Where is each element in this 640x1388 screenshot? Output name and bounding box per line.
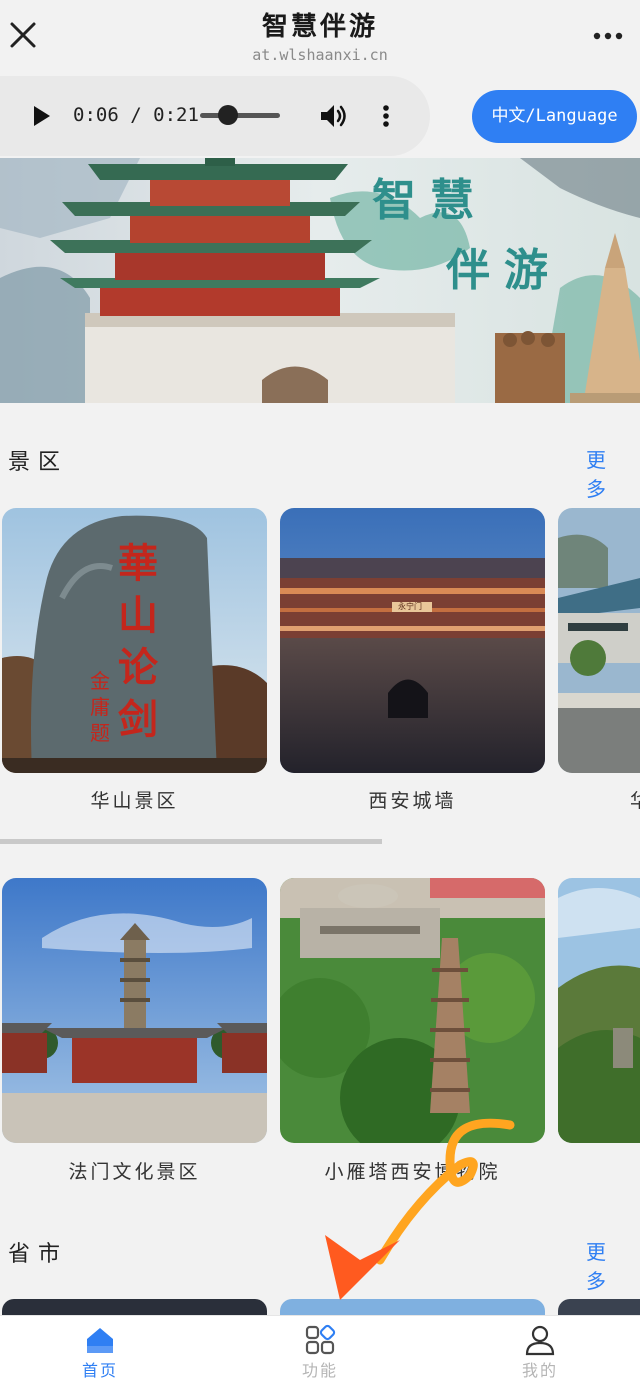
province-section-title: 省市 bbox=[8, 1242, 69, 1267]
page-url: at.wlshaanxi.cn bbox=[252, 46, 388, 64]
more-vertical-icon bbox=[383, 105, 389, 127]
scenic-card-huashan[interactable]: 華山论剑 金庸题 bbox=[2, 508, 267, 773]
volume-icon bbox=[321, 105, 346, 127]
user-icon bbox=[525, 1325, 555, 1356]
tab-profile-label: 我的 bbox=[521, 1361, 558, 1380]
hill-landscape-image bbox=[558, 878, 640, 1143]
city-wall-sign: 永宁门 bbox=[398, 602, 422, 611]
audio-time: 0:06 / 0:21 bbox=[73, 104, 199, 126]
banner-title-line1: 智慧 bbox=[372, 175, 488, 226]
province-card-1[interactable] bbox=[2, 1299, 267, 1315]
famen-temple-image bbox=[2, 878, 267, 1143]
rock-inscription: 華山论剑 bbox=[118, 540, 158, 743]
audio-menu-button[interactable] bbox=[376, 100, 396, 132]
play-button[interactable] bbox=[26, 100, 56, 132]
scenic-more-link[interactable]: 更多 bbox=[586, 444, 640, 502]
current-time: 0:06 bbox=[73, 104, 119, 126]
scenic-card-label-partial: 华 bbox=[630, 790, 640, 812]
tab-home[interactable]: 首页 bbox=[40, 1316, 160, 1388]
city-wall-image bbox=[280, 508, 545, 773]
scenic-card-label: 华山景区 bbox=[90, 790, 179, 812]
province-more-link[interactable]: 更多 bbox=[586, 1236, 640, 1294]
tab-home-label: 首页 bbox=[81, 1361, 118, 1380]
more-options-button[interactable] bbox=[590, 26, 626, 46]
tab-functions[interactable]: 功能 bbox=[260, 1316, 380, 1388]
duration: 0:21 bbox=[153, 104, 199, 126]
top-bar: 智慧伴游 at.wlshaanxi.cn bbox=[0, 0, 640, 72]
language-button[interactable]: 中文/Language bbox=[472, 90, 637, 143]
scenic-card-label: 小雁塔西安博物院 bbox=[324, 1161, 501, 1183]
seek-track[interactable] bbox=[200, 113, 280, 118]
province-card-3[interactable] bbox=[558, 1299, 640, 1315]
time-separator: / bbox=[130, 104, 142, 126]
scenic-card-famen[interactable] bbox=[2, 878, 267, 1143]
scenic-card-partial-2[interactable] bbox=[558, 878, 640, 1143]
page-title: 智慧伴游 bbox=[261, 12, 378, 42]
scenic-card-city-wall[interactable]: 永宁门 bbox=[280, 508, 545, 773]
scenic-card-label: 法门文化景区 bbox=[68, 1161, 201, 1183]
scenic-card-partial[interactable] bbox=[558, 508, 640, 773]
volume-button[interactable] bbox=[318, 100, 350, 132]
rock-signature: 金庸题 bbox=[90, 669, 110, 745]
play-icon bbox=[34, 106, 50, 126]
small-goose-pagoda-image bbox=[280, 878, 545, 1143]
audio-player: 0:06 / 0:21 bbox=[0, 76, 430, 156]
tab-functions-label: 功能 bbox=[301, 1361, 338, 1380]
grid-icon bbox=[305, 1324, 336, 1355]
seek-handle[interactable] bbox=[218, 105, 238, 125]
temple-image bbox=[558, 508, 640, 773]
row1-scroll-indicator[interactable] bbox=[0, 839, 382, 844]
home-icon bbox=[87, 1328, 113, 1353]
scenic-card-label: 西安城墙 bbox=[368, 790, 457, 812]
scenic-card-xiaoyanta[interactable] bbox=[280, 878, 545, 1143]
bottom-tab-bar: 首页 功能 我的 bbox=[0, 1315, 640, 1388]
scenic-section-title: 景区 bbox=[8, 450, 69, 475]
more-horizontal-icon bbox=[593, 32, 623, 40]
province-card-2[interactable] bbox=[280, 1299, 545, 1315]
banner-title-line2: 伴游 bbox=[446, 245, 562, 296]
hero-banner[interactable]: 智慧 伴游 bbox=[0, 158, 640, 403]
tab-profile[interactable]: 我的 bbox=[480, 1316, 600, 1388]
